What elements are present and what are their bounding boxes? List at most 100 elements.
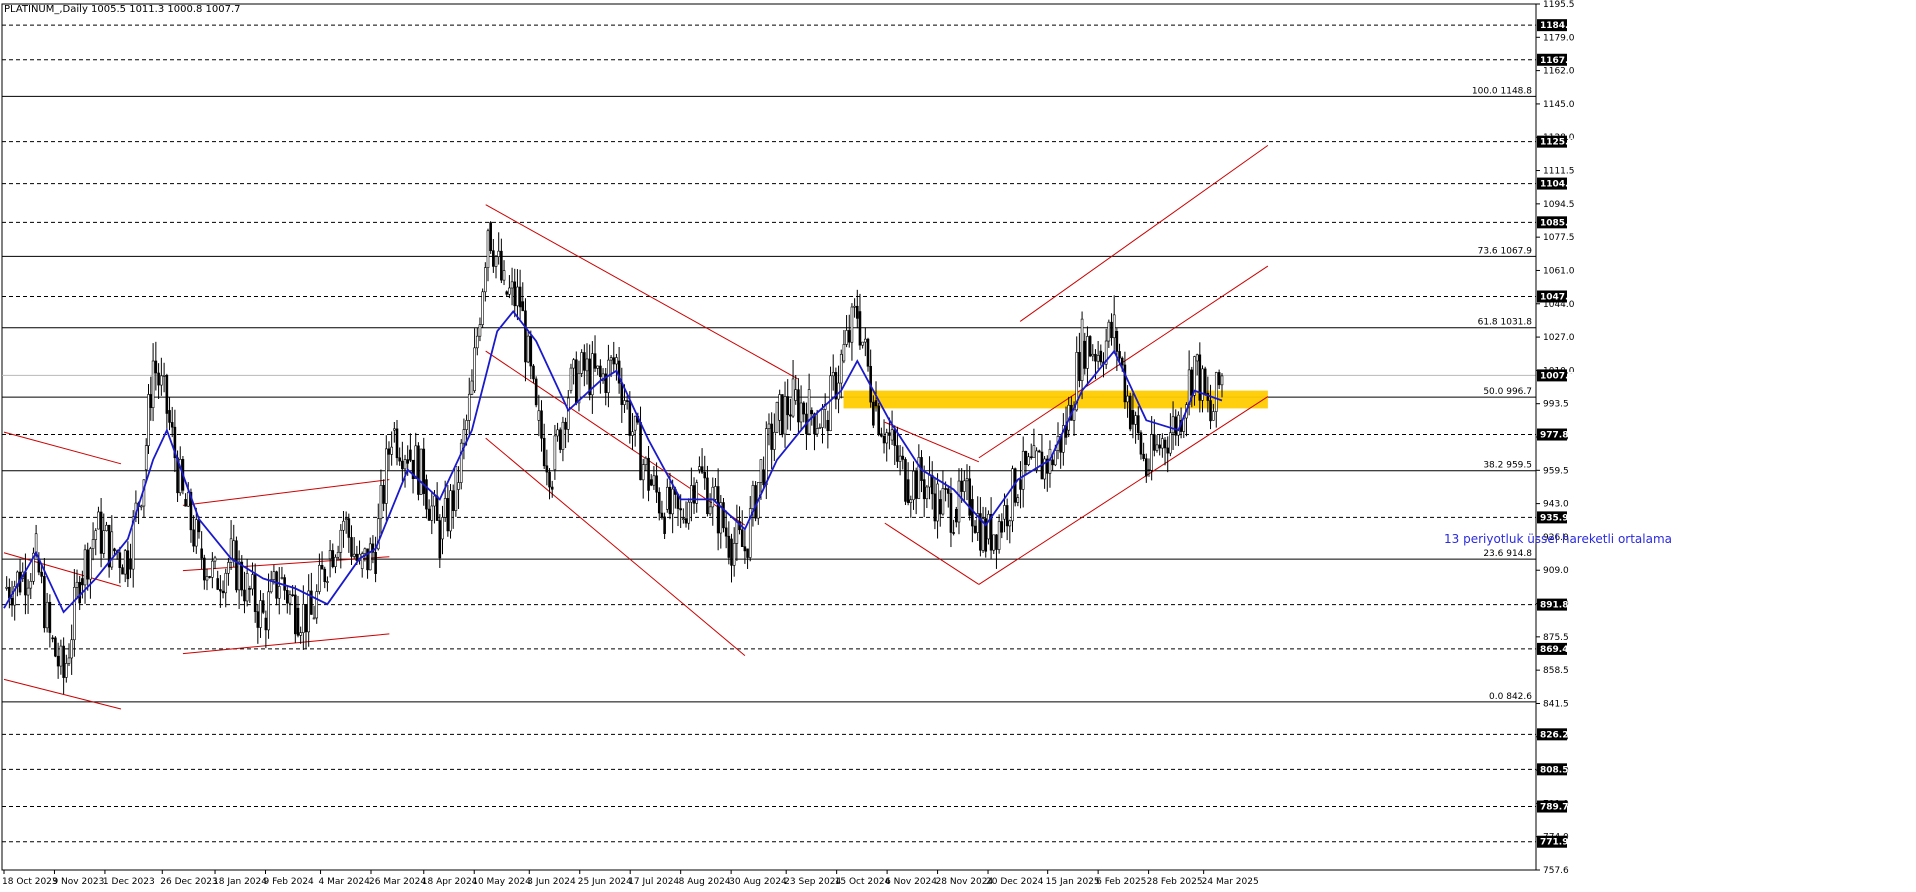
candle-body xyxy=(872,401,875,426)
candle-body xyxy=(467,393,471,421)
candle-body xyxy=(957,480,961,523)
candle-body xyxy=(272,571,276,580)
price-tag-label: 1125.9 xyxy=(1540,138,1575,148)
candle-body xyxy=(906,479,910,503)
candle-body xyxy=(534,378,538,406)
candle-body xyxy=(29,580,33,589)
candle-body xyxy=(1019,479,1022,490)
x-tick-label: 23 Sep 2024 xyxy=(784,877,841,887)
candle-body xyxy=(288,594,292,604)
candle-body xyxy=(334,556,337,567)
candle-body xyxy=(216,578,220,590)
candle-body xyxy=(331,550,335,567)
fib-level-label: 73.6 1067.9 xyxy=(1478,246,1533,256)
candle-body xyxy=(930,475,934,495)
candle-body xyxy=(368,543,372,571)
candle-body xyxy=(494,256,498,267)
candle-body xyxy=(478,324,482,337)
candle-body xyxy=(623,400,626,405)
candle-body xyxy=(251,574,254,590)
candle-body xyxy=(968,478,971,516)
candle-body xyxy=(213,557,217,562)
candle-body xyxy=(657,491,661,514)
candle-body xyxy=(1163,439,1167,449)
price-tag-label: 789.7 xyxy=(1540,803,1568,813)
price-tag-label: 1047.6 xyxy=(1540,292,1575,302)
candle-body xyxy=(154,360,158,374)
candle-body xyxy=(245,573,249,602)
candle-body xyxy=(909,499,913,503)
candle-body xyxy=(877,405,880,435)
candle-body xyxy=(151,360,155,408)
candle-body xyxy=(294,594,297,635)
candle-body xyxy=(679,508,682,511)
x-tick-label: 4 Mar 2024 xyxy=(319,877,371,887)
x-tick-label: 15 Jan 2025 xyxy=(1046,877,1100,887)
price-tag-label: 977.8 xyxy=(1540,431,1568,441)
candle-body xyxy=(537,410,541,421)
candle-body xyxy=(850,306,854,343)
candle-body xyxy=(387,448,391,455)
candle-body xyxy=(770,423,773,450)
candle-body xyxy=(751,485,755,509)
candle-body xyxy=(326,581,329,583)
y-tick-label: 1077.5 xyxy=(1543,233,1575,243)
candle-body xyxy=(1220,375,1224,386)
candle-body xyxy=(845,330,848,345)
candle-body xyxy=(433,495,436,507)
candle-body xyxy=(880,433,883,437)
candle-body xyxy=(1078,352,1081,381)
candle-body xyxy=(473,347,476,391)
candle-body xyxy=(232,540,236,560)
candle-body xyxy=(113,548,116,552)
candle-body xyxy=(1212,411,1215,421)
candle-body xyxy=(505,291,509,295)
candle-body xyxy=(157,372,160,386)
candle-body xyxy=(403,459,407,470)
candle-body xyxy=(366,548,369,571)
candle-body xyxy=(513,281,517,307)
candle-body xyxy=(70,639,73,659)
candle-body xyxy=(73,587,76,641)
candle-body xyxy=(914,470,918,499)
candle-body xyxy=(94,530,98,540)
x-tick-label: 26 Mar 2024 xyxy=(369,877,426,887)
candle-body xyxy=(1136,415,1140,434)
candle-body xyxy=(59,645,63,667)
candle-body xyxy=(197,519,201,533)
candle-body xyxy=(86,549,90,580)
candle-body xyxy=(318,565,321,592)
candle-body xyxy=(267,591,270,631)
fib-level-label: 100.0 1148.8 xyxy=(1472,86,1532,96)
candle-body xyxy=(628,400,632,436)
candle-body xyxy=(1134,415,1137,425)
candle-body xyxy=(815,428,819,435)
candle-body xyxy=(516,286,519,307)
y-tick-label: 1162.0 xyxy=(1543,67,1575,77)
candle-body xyxy=(149,394,153,408)
candle-body xyxy=(1123,364,1127,403)
candle-body xyxy=(1112,314,1116,339)
candle-body xyxy=(393,428,396,431)
candle-body xyxy=(698,466,701,471)
candle-body xyxy=(194,519,198,547)
candle-body xyxy=(291,594,294,597)
candle-body xyxy=(75,581,79,588)
candle-body xyxy=(735,521,739,544)
chart-area[interactable]: 100.0 1148.8 73.6 1067.9 61.8 1031.8 50.0 9… xyxy=(0,0,1916,888)
candle-body xyxy=(406,459,410,464)
candle-body xyxy=(703,471,707,479)
y-tick-label: 943.0 xyxy=(1543,500,1569,510)
candle-body xyxy=(593,353,597,369)
candle-body xyxy=(574,359,578,404)
candle-body xyxy=(641,464,645,481)
candle-body xyxy=(609,357,613,361)
candle-body xyxy=(663,516,666,534)
candle-body xyxy=(564,421,567,430)
candle-body xyxy=(390,446,393,455)
candle-body xyxy=(123,550,127,575)
candle-body xyxy=(644,457,648,465)
candle-body xyxy=(186,491,190,507)
candle-body xyxy=(211,560,214,578)
candle-body xyxy=(110,531,114,568)
